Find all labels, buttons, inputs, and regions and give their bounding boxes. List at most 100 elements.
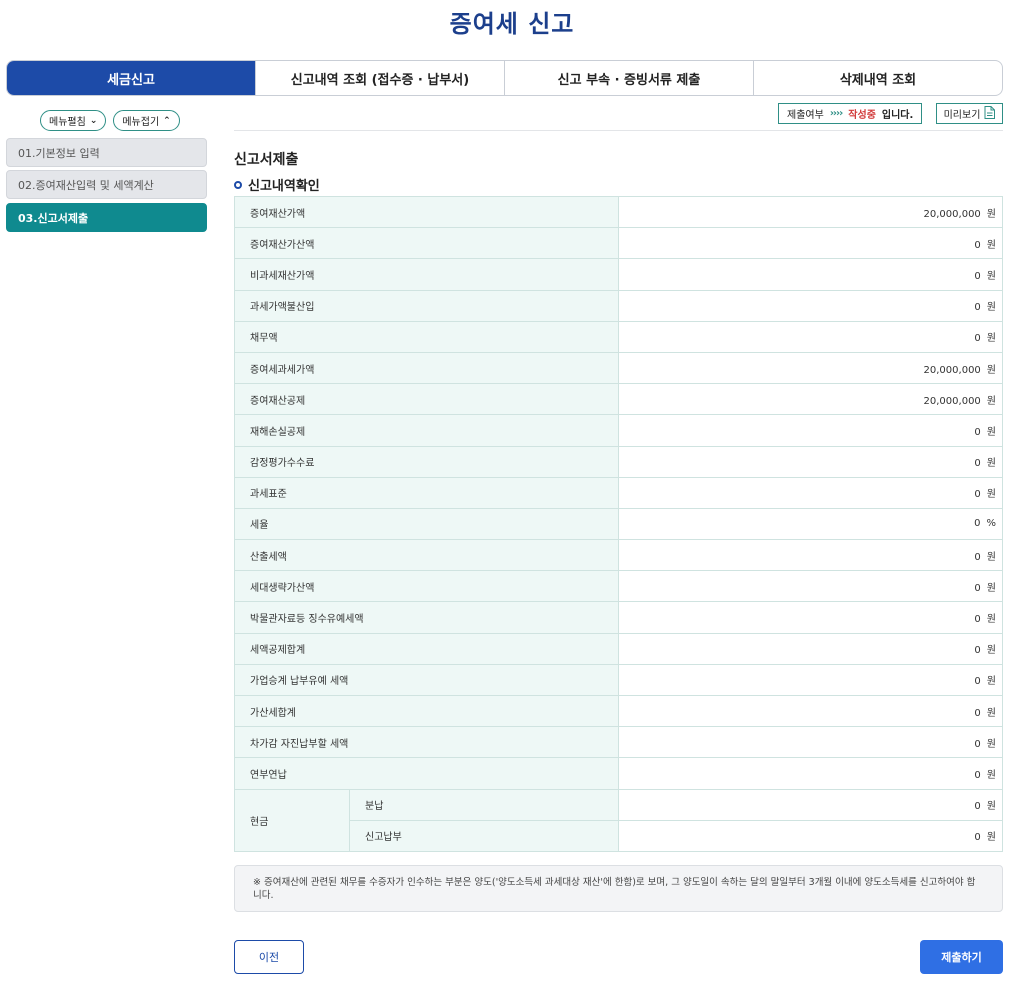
row-label: 감정평가수수료 [234, 445, 619, 478]
row-label: 과세가액불산입 [234, 289, 619, 322]
row-label: 증여세과세가액 [234, 351, 619, 385]
row-unit: 원 [986, 333, 996, 345]
row-label: 세율 [234, 507, 619, 541]
sidebar-item-basic-info[interactable]: 01.기본정보 입력 [6, 138, 207, 167]
row-amount: 0 [974, 738, 981, 750]
row-unit: 원 [986, 302, 996, 314]
row-value: 0원 [618, 476, 1003, 509]
table-row: 과세가액불산입 0 원 [234, 289, 1003, 322]
row-label: 비과세재산가액 [234, 258, 619, 291]
table-row: 세율 0% [234, 507, 1003, 541]
row-label: 가산세합계 [234, 694, 619, 728]
chevron-up-icon: ⌃ [163, 115, 171, 126]
row-label: 증여재산가산액 [234, 227, 619, 260]
row-amount: 0 [974, 645, 981, 657]
row-value: 0원 [618, 788, 1003, 821]
sidebar-item-gift-property[interactable]: 02.증여재산입력 및 세액계산 [6, 170, 207, 199]
table-row: 산출세액 0 원 [234, 539, 1003, 572]
row-amount: 20,000,000 [923, 208, 981, 220]
row-value: 0원 [618, 289, 1003, 322]
row-value: 0원 [618, 663, 1003, 697]
row-amount: 20,000,000 [923, 364, 981, 376]
table-row: 세대생략가산액 0 원 [234, 570, 1003, 603]
row-unit: 원 [986, 489, 996, 501]
prev-button[interactable]: 이전 [234, 940, 304, 974]
section-title: 신고서제출 [234, 152, 299, 168]
row-group-label: 현금 [234, 788, 350, 852]
menu-collapse-button[interactable]: 메뉴접기 ⌃ [113, 110, 180, 131]
preview-button[interactable]: 미리보기 [936, 103, 1003, 124]
chevron-down-icon: ⌄ [89, 115, 98, 126]
row-amount: 0 [974, 676, 981, 688]
row-label: 연부연납 [234, 757, 619, 790]
main-tabs: 세금신고 신고내역 조회 (접수증 · 납부서) 신고 부속 · 증빙서류 제출… [6, 60, 1003, 96]
table-row: 재해손실공제 0 원 [234, 414, 1003, 447]
row-value: 0원 [618, 539, 1003, 572]
row-unit: 원 [986, 270, 996, 282]
row-amount: 20,000,000 [923, 395, 981, 407]
row-value: 0원 [618, 726, 1003, 759]
sub-title-text: 신고내역확인 [248, 179, 320, 194]
sub-title: 신고내역확인 [234, 175, 320, 194]
row-label: 가업승계 납부유예 세액 [234, 663, 619, 697]
table-row: 현금 분납 0 원 [234, 788, 1003, 852]
row-unit: 원 [986, 614, 996, 626]
row-label: 재해손실공제 [234, 414, 619, 447]
menu-expand-label: 메뉴펼침 [49, 117, 86, 128]
row-amount: 0 [974, 801, 981, 813]
preview-label: 미리보기 [943, 110, 981, 121]
submit-button[interactable]: 제출하기 [920, 940, 1003, 974]
table-row: 감정평가수수료 0 원 [234, 445, 1003, 478]
row-unit: 원 [986, 426, 996, 438]
row-label: 증여재산공제 [234, 383, 619, 416]
row-unit: 원 [986, 645, 996, 657]
notice-box: ※ 증여재산에 관련된 채무를 수증자가 인수하는 부분은 양도('양도소득세 … [234, 865, 1003, 912]
row-amount: 0 [974, 458, 981, 470]
table-row: 증여재산공제 20,000,000 원 [234, 383, 1003, 416]
page-title: 증여세 신고 [449, 10, 575, 38]
row-unit: 원 [986, 769, 996, 781]
row-amount: 0 [974, 707, 981, 719]
table-row: 채무액 0 원 [234, 320, 1003, 353]
row-value: 0원 [618, 570, 1003, 603]
status-arrows: ›››› [829, 108, 844, 119]
row-amount: 0 [974, 426, 981, 438]
tab-filing-history[interactable]: 신고내역 조회 (접수증 · 납부서) [255, 61, 504, 95]
row-amount: 0 [974, 239, 981, 251]
menu-collapse-label: 메뉴접기 [122, 117, 160, 128]
row-value: 0원 [618, 414, 1003, 447]
row-amount: 0 [974, 551, 981, 563]
row-unit: 원 [986, 239, 996, 251]
tab-deleted-history[interactable]: 삭제내역 조회 [753, 61, 1002, 95]
document-icon [984, 105, 996, 122]
row-value: 0원 [618, 757, 1003, 790]
row-amount: 0 [974, 832, 981, 844]
row-unit: 원 [986, 208, 996, 220]
row-value: 0원 [618, 320, 1003, 353]
sidebar-item-submit[interactable]: 03.신고서제출 [6, 203, 207, 232]
row-amount: 0 [974, 614, 981, 626]
divider [234, 130, 1003, 131]
row-value: 20,000,000 원 [618, 351, 1003, 385]
row-value: 0원 [618, 819, 1003, 852]
row-unit: 원 [986, 676, 996, 688]
tab-tax-filing[interactable]: 세금신고 [7, 61, 255, 95]
table-row: 박물관자료등 징수유예세액 0 원 [234, 601, 1003, 634]
menu-expand-button[interactable]: 메뉴펼침 ⌄ [40, 110, 107, 131]
row-amount: 0 [974, 302, 981, 314]
status-state: 작성중 [848, 110, 876, 121]
table-row: 증여세과세가액 20,000,000 원 [234, 351, 1003, 385]
row-value: 20,000,000 원 [618, 195, 1003, 229]
row-label: 세액공제합계 [234, 632, 619, 665]
row-value: 0% [618, 507, 1003, 541]
row-value: 0원 [618, 258, 1003, 291]
row-unit: 원 [986, 707, 996, 719]
circle-bullet-icon [234, 180, 242, 189]
row-value: 0원 [618, 601, 1003, 634]
row-label: 박물관자료등 징수유예세액 [234, 601, 619, 634]
row-label: 산출세액 [234, 539, 619, 572]
table-row: 신고납부 0 원 [235, 819, 1003, 852]
table-row: 연부연납 0 원 [234, 757, 1003, 790]
status-label: 제출여부 [787, 110, 824, 121]
tab-attachment-submit[interactable]: 신고 부속 · 증빙서류 제출 [504, 61, 753, 95]
